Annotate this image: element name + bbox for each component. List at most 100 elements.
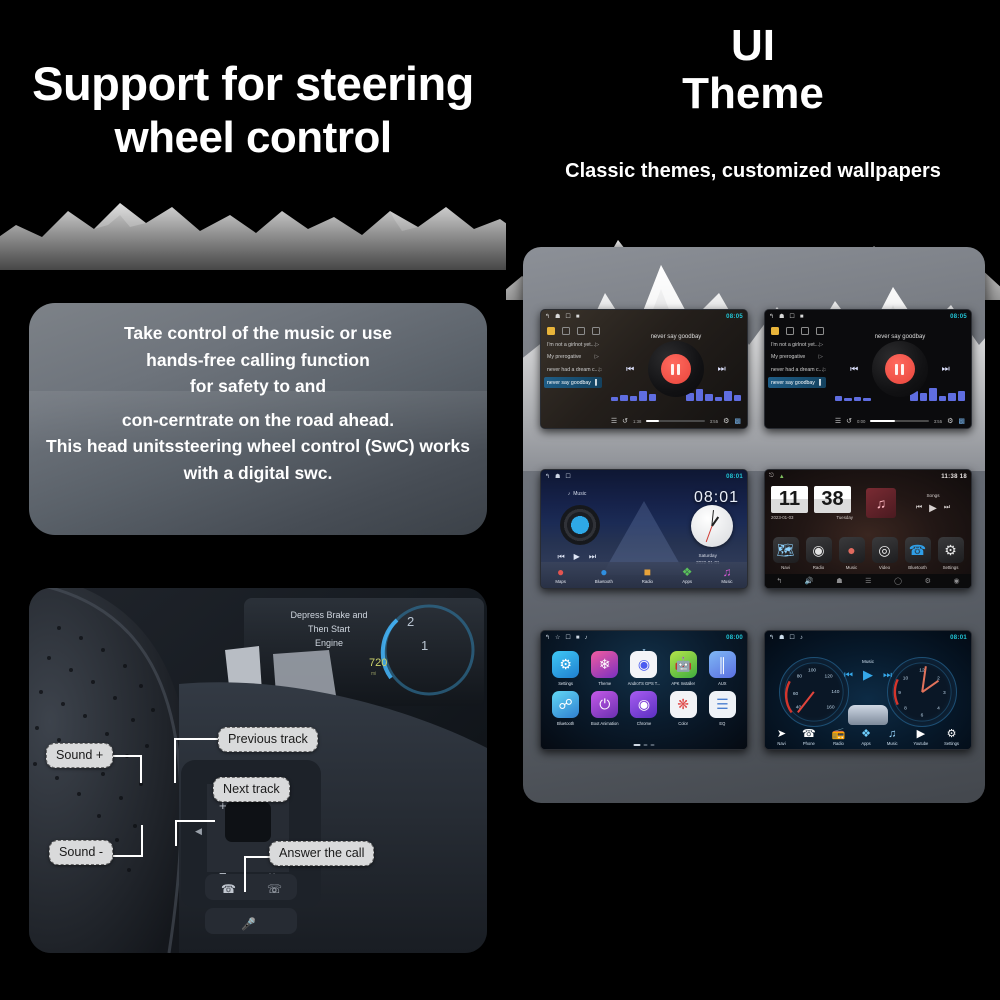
play-icon[interactable]: ▷ <box>599 367 602 373</box>
list-item[interactable]: I'm not a girlnot yet... ▷ <box>768 339 826 350</box>
seek-bar[interactable] <box>646 420 705 422</box>
next-track-icon[interactable]: ⏭ <box>944 504 950 512</box>
back-icon[interactable]: ↰ <box>769 313 774 320</box>
transport-controls[interactable]: ⏮ ▶ ⏭ <box>557 552 596 562</box>
tab-folders-icon[interactable] <box>591 327 600 335</box>
previous-track-icon[interactable]: ⏮ <box>557 552 564 562</box>
tab-folders-icon[interactable] <box>815 327 824 335</box>
bottom-dock[interactable]: ➤ Navi ☎ Phone 📻 Radio ❖ Apps ♫ Music ▶ Youtub… <box>765 728 971 746</box>
recents-icon[interactable]: ☐ <box>565 473 570 480</box>
page-indicator[interactable] <box>633 744 655 746</box>
seek-bar[interactable] <box>870 420 929 422</box>
volume-icon[interactable]: 🔊 <box>805 577 814 585</box>
dock-item-apps[interactable]: ❖ Apps <box>861 728 871 746</box>
music-widget[interactable]: ♫ Songs ⏮ ▶ ⏭ <box>866 486 964 520</box>
power-icon[interactable]: ◯ <box>894 577 902 585</box>
list-item-selected[interactable]: never say goodbay ▌ <box>768 377 826 389</box>
apps-icon[interactable]: ■ <box>576 314 580 320</box>
label-sound-up[interactable]: Sound + <box>46 743 114 768</box>
equalizer-button-icon[interactable]: ☰ <box>835 417 841 425</box>
spectrum-icon[interactable]: ▩ <box>958 417 965 425</box>
tab-albums-icon[interactable] <box>576 327 585 335</box>
list-item-selected[interactable]: never say goodbay ▌ <box>544 377 602 389</box>
navigation-bar[interactable]: ↰ 🔊 ☗ ☰ ◯ ⚙ ◉ <box>765 574 971 588</box>
player-controls[interactable]: ☰ ↺ 1:38 3:55 ⚙ ▩ <box>605 417 747 425</box>
next-track-icon[interactable]: ⏭ <box>883 670 892 681</box>
dock-item-music[interactable]: ♫ Music <box>721 566 732 585</box>
flip-clock-widget[interactable]: 11 38 <box>771 486 851 513</box>
label-next-track[interactable]: Next track <box>213 777 290 802</box>
apps-icon[interactable]: ■ <box>800 314 804 320</box>
play-icon[interactable]: ▶ <box>929 503 937 514</box>
tab-all-songs-icon[interactable] <box>547 327 555 335</box>
recents-icon[interactable]: ☰ <box>865 577 871 585</box>
back-icon[interactable]: ↰ <box>545 634 550 641</box>
back-icon[interactable]: ↰ <box>776 577 782 585</box>
recents-icon[interactable]: ☐ <box>789 313 794 320</box>
app-theme[interactable]: ❄ Theme <box>587 651 623 686</box>
app-settings[interactable]: ⚙ Settings <box>937 537 964 570</box>
back-icon[interactable]: ↰ <box>545 473 550 480</box>
transport-controls[interactable]: ⏮ ▶ ⏭ <box>902 503 964 514</box>
home-icon[interactable]: ☗ <box>779 634 784 641</box>
tab-all-songs-icon[interactable] <box>771 327 779 335</box>
next-track-icon[interactable]: ⏭ <box>942 364 950 375</box>
settings-icon[interactable]: ⚙ <box>947 417 953 425</box>
app-color[interactable]: ❋ Color <box>665 691 701 726</box>
dock-item-apps[interactable]: ❖ Apps <box>682 566 693 585</box>
app-navi[interactable]: 🗺 Navi <box>772 537 799 570</box>
play-icon[interactable]: ▷ <box>595 342 599 348</box>
next-track-icon[interactable]: ⏭ <box>718 364 726 375</box>
apps-icon[interactable]: ◉ <box>954 577 960 585</box>
apps-icon[interactable]: ■ <box>576 635 580 641</box>
list-item[interactable]: never had a dream c...▷ <box>768 364 826 375</box>
playlist-panel[interactable]: I'm not a girlnot yet... ▷ My prerogative… <box>541 323 605 428</box>
playlist-tabs[interactable] <box>768 325 826 339</box>
screen-music-player-dark[interactable]: ↰ ☗ ☐ ■ 08:05 I'm not a girlnot yet... ▷… <box>764 309 972 429</box>
app-radio[interactable]: ◉ Radio <box>805 537 832 570</box>
dock-item-radio[interactable]: 📻 Radio <box>832 728 846 746</box>
dock-item-music[interactable]: ♫ Music <box>887 728 898 746</box>
app-eq[interactable]: ☰ EQ <box>704 691 740 726</box>
previous-track-icon[interactable]: ⏮ <box>626 364 634 375</box>
screen-music-player-light[interactable]: ↰ ☗ ☐ ■ 08:05 I'm not a girlnot yet... ▷… <box>540 309 748 429</box>
dock-item-navi[interactable]: ➤ Navi <box>777 728 786 746</box>
favorite-icon[interactable]: ☆ <box>555 634 560 641</box>
app-bluetooth[interactable]: ☎ Bluetooth <box>904 537 931 570</box>
app-settings[interactable]: ⚙ Settings <box>548 651 584 686</box>
app-grid-row[interactable]: ☍ Bluetooth ⏻ Boot Animation ◉ Chrome ❋ Colo… <box>541 691 747 726</box>
app-apk-installer[interactable]: 🤖 APK Installer <box>665 651 701 686</box>
app-aux[interactable]: ║ AUX <box>704 651 740 686</box>
app-grid-row[interactable]: ⚙ Settings ❄ Theme ◉ AndroTS GPS T... 🤖 APK … <box>541 651 747 686</box>
previous-track-icon[interactable]: ⏮ <box>916 504 922 512</box>
list-item[interactable]: My prerogative ▷ <box>544 352 602 363</box>
screen-flip-clock[interactable]: ⎋ ▲ 11:38 18 11 38 2023-01-03 Tuesday ♫ … <box>764 469 972 589</box>
settings-icon[interactable]: ⚙ <box>723 417 729 425</box>
dock-item-youtube[interactable]: ▶ Youtube <box>913 728 928 746</box>
play-icon[interactable]: ▶ <box>574 552 580 562</box>
dock-item-radio[interactable]: ■ Radio <box>642 566 653 585</box>
app-gps-test[interactable]: ◉ AndroTS GPS T... <box>626 651 662 686</box>
screen-gauge-dashboard[interactable]: ↰ ☗ ☐ ♪ 08:01 80 100 120 140 160 60 12 2… <box>764 630 972 750</box>
label-previous-track[interactable]: Previous track <box>218 727 318 752</box>
repeat-icon[interactable]: ↺ <box>846 417 852 425</box>
music-icon[interactable]: ♪ <box>800 635 803 641</box>
repeat-icon[interactable]: ↺ <box>622 417 628 425</box>
screen-home-road[interactable]: ↰ ☗ ☐ 08:01 ♪ Music 08:01 ⏮ ▶ ⏭ Saturday… <box>540 469 748 589</box>
home-icon[interactable]: ☗ <box>836 577 842 585</box>
tab-artists-icon[interactable] <box>785 327 794 335</box>
settings-icon[interactable]: ⚙ <box>925 577 931 585</box>
label-answer-call[interactable]: Answer the call <box>269 841 375 866</box>
play-icon[interactable]: ▷ <box>819 354 823 360</box>
album-vinyl-widget[interactable] <box>559 505 600 546</box>
home-icon[interactable]: ☗ <box>555 313 560 320</box>
previous-track-icon[interactable]: ⏮ <box>844 670 853 681</box>
pause-button[interactable] <box>884 354 915 385</box>
bottom-dock[interactable]: ● Maps ● Bluetooth ■ Radio ❖ Apps ♫ Music <box>541 562 747 588</box>
home-icon[interactable]: ☗ <box>779 313 784 320</box>
play-icon[interactable]: ▷ <box>819 342 823 348</box>
app-bluetooth[interactable]: ☍ Bluetooth <box>548 691 584 726</box>
dock-item-settings[interactable]: ⚙ Settings <box>944 728 959 746</box>
play-icon[interactable]: ▶ <box>863 667 873 683</box>
playlist-panel[interactable]: I'm not a girlnot yet... ▷ My prerogative… <box>765 323 829 428</box>
